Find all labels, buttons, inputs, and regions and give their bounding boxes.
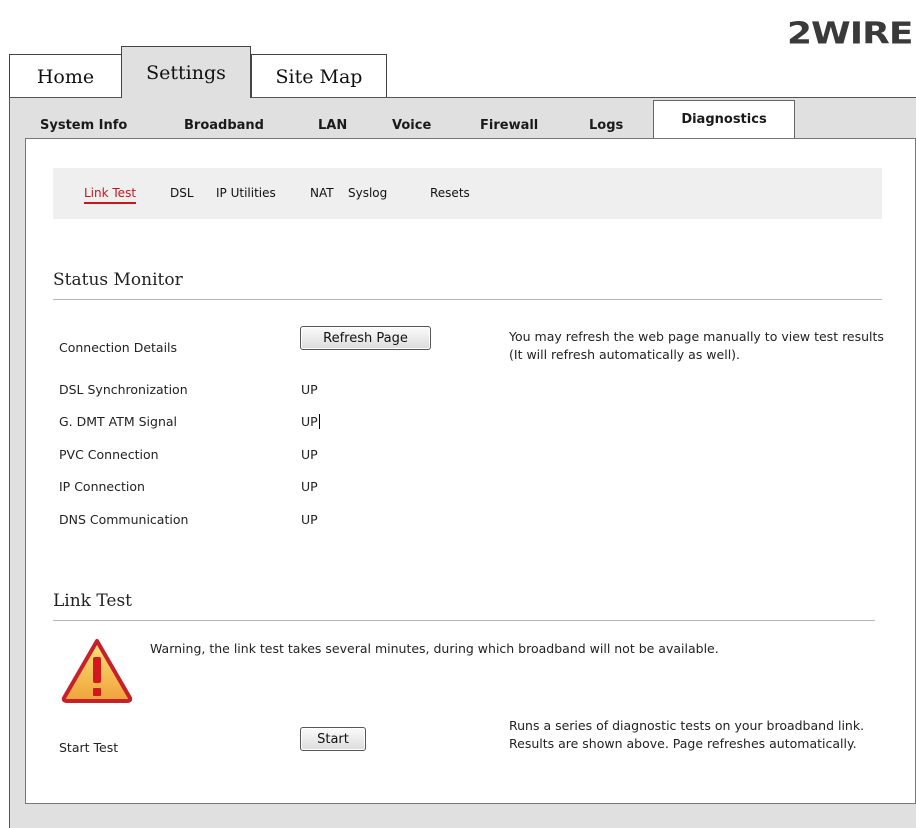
util-link-test[interactable]: Link Test bbox=[84, 186, 137, 204]
subtab-voice[interactable]: Voice bbox=[392, 112, 431, 138]
atm-signal-label: G. DMT ATM Signal bbox=[59, 414, 178, 429]
link-test-title: Link Test bbox=[53, 591, 133, 611]
util-dsl[interactable]: DSL bbox=[170, 186, 194, 200]
atm-signal-value-row: UP bbox=[301, 414, 320, 429]
subtab-broadband[interactable]: Broadband bbox=[184, 112, 264, 138]
link-test-warning: Warning, the link test takes several min… bbox=[150, 641, 719, 656]
subtab-lan[interactable]: LAN bbox=[318, 112, 347, 138]
pvc-connection-label: PVC Connection bbox=[59, 447, 159, 462]
util-nat[interactable]: NAT bbox=[310, 186, 334, 200]
tab-site-map[interactable]: Site Map bbox=[251, 54, 387, 98]
subtab-diagnostics[interactable]: Diagnostics bbox=[653, 100, 795, 138]
brand-logo: 2WIRE bbox=[787, 16, 913, 51]
tab-settings[interactable]: Settings bbox=[121, 46, 251, 98]
start-test-label: Start Test bbox=[59, 740, 119, 755]
start-button[interactable]: Start bbox=[300, 727, 366, 751]
subtab-logs[interactable]: Logs bbox=[589, 112, 623, 138]
refresh-page-button[interactable]: Refresh Page bbox=[300, 326, 431, 350]
refresh-note: You may refresh the web page manually to… bbox=[509, 329, 884, 362]
subtab-firewall[interactable]: Firewall bbox=[480, 112, 538, 138]
ip-connection-value: UP bbox=[301, 479, 318, 494]
pvc-connection-value: UP bbox=[301, 447, 318, 462]
util-ip-utilities[interactable]: IP Utilities bbox=[216, 186, 276, 200]
ip-connection-label: IP Connection bbox=[59, 479, 145, 494]
atm-signal-value: UP bbox=[301, 414, 318, 429]
dsl-sync-value: UP bbox=[301, 382, 318, 397]
status-monitor-divider bbox=[53, 299, 882, 300]
util-resets[interactable]: Resets bbox=[430, 186, 470, 200]
content-panel bbox=[25, 138, 916, 804]
dns-communication-value: UP bbox=[301, 512, 318, 527]
dns-communication-label: DNS Communication bbox=[59, 512, 189, 527]
tab-home[interactable]: Home bbox=[9, 54, 122, 98]
subtab-system-info[interactable]: System Info bbox=[40, 112, 127, 138]
connection-details-label: Connection Details bbox=[59, 340, 178, 355]
warning-icon bbox=[61, 639, 133, 703]
text-cursor bbox=[318, 414, 320, 429]
status-monitor-title: Status Monitor bbox=[53, 270, 183, 290]
dsl-sync-label: DSL Synchronization bbox=[59, 382, 188, 397]
link-test-divider bbox=[53, 620, 875, 621]
util-syslog[interactable]: Syslog bbox=[348, 186, 387, 200]
start-test-note: Runs a series of diagnostic tests on you… bbox=[509, 718, 865, 751]
